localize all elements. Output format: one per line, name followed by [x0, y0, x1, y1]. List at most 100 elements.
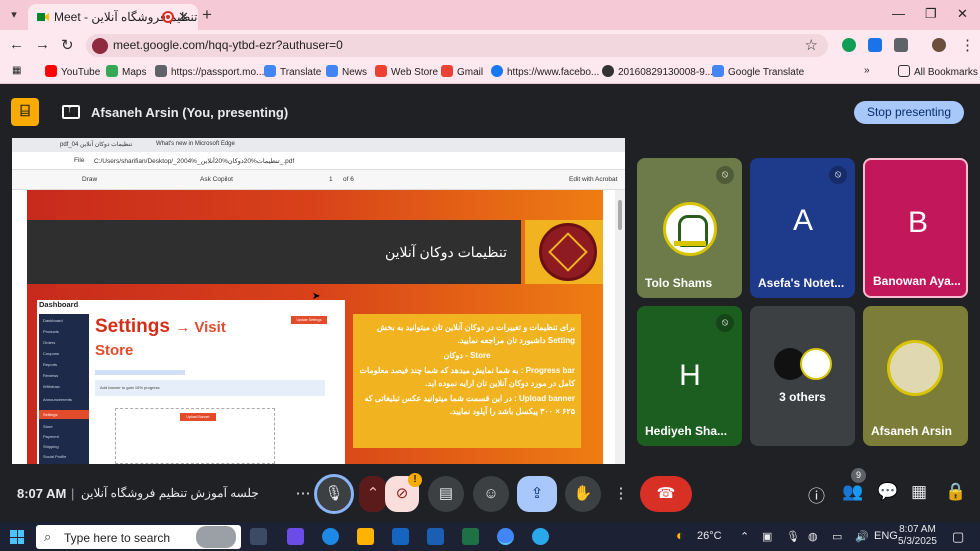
meet-controls-bar: 8:07 AM | جلسه آموزش تنظیم فروشگاه آنلای… [0, 466, 980, 522]
language-indicator[interactable]: ENG [874, 530, 898, 542]
windows-taskbar: ⌕ Type here to search ◐ 26°C ⌃ ▣ 🎙 ◍ ▭ 🔊… [0, 522, 980, 551]
tray-app2-icon[interactable]: ◍ [808, 530, 818, 543]
emoji-reactions-button[interactable]: ☺ [473, 476, 509, 512]
bookmark-google-translate[interactable]: Google Translate [712, 65, 804, 78]
tab-search-chevron-icon[interactable]: ▾ [6, 7, 22, 23]
participant-tile[interactable]: ⦸ Tolo Shams [637, 158, 742, 298]
more-actions-icon[interactable]: ⋮ [606, 476, 636, 512]
meet-stage: ⌸ Afsaneh Arsin (You, presenting) Stop p… [0, 86, 980, 522]
participant-tile[interactable]: Afsaneh Arsin [863, 306, 968, 446]
tray-overflow-icon[interactable]: ⌃ [740, 530, 749, 543]
participant-initial: H [679, 359, 701, 392]
extensions-puzzle-icon[interactable] [894, 38, 908, 52]
microphone-button[interactable]: 🎙 [314, 474, 354, 514]
excel-icon[interactable] [462, 528, 479, 545]
captions-button[interactable]: ▤ [428, 476, 464, 512]
omnibox[interactable]: meet.google.com/hqq-ytbd-ezr?authuser=0 … [86, 34, 828, 57]
word-icon[interactable] [427, 528, 444, 545]
start-button[interactable] [10, 530, 24, 544]
tray-app-icon[interactable]: ▣ [762, 530, 772, 543]
camera-options-chevron-icon[interactable]: ⌃ [359, 476, 387, 512]
browser-menu-icon[interactable]: ⋮ [960, 36, 975, 54]
doc-text-line: Store - دوکان [443, 351, 491, 360]
bookmark-facebook[interactable]: https://www.facebo... [491, 65, 599, 78]
notifications-icon[interactable]: ▢ [952, 529, 964, 545]
pdf-draw: Draw [82, 176, 98, 183]
activities-icon[interactable]: ▦ [911, 482, 927, 502]
mail-icon[interactable] [392, 528, 409, 545]
shared-file-path: C:/Users/sharifian/Desktop/_2004%_تنظیما… [94, 158, 295, 165]
forward-icon[interactable]: → [35, 36, 50, 53]
participant-tile[interactable]: A ⦸ Asefa's Notet... [750, 158, 855, 298]
all-bookmarks[interactable]: All Bookmarks [898, 65, 978, 78]
browser-tab-meet[interactable]: Meet - تنظیم فروشگاه آنلاین ✕ [28, 4, 198, 30]
stop-presenting-button[interactable]: Stop presenting [854, 101, 964, 124]
raise-hand-button[interactable]: ✋ [565, 476, 601, 512]
bookmark-passport[interactable]: https://passport.mo... [155, 65, 264, 78]
side-item: Withdraw [43, 384, 60, 389]
participant-name: Afsaneh Arsin [871, 424, 952, 438]
mic-off-icon: ⦸ [716, 314, 734, 332]
dashboard-sidebar: Dashboard Products Orders Coupons Report… [39, 314, 89, 464]
participant-count-badge: 9 [851, 468, 866, 483]
present-screen-button[interactable]: ⇪ [517, 476, 557, 512]
upload-banner-mock: Upload Banner [180, 413, 216, 421]
battery-icon[interactable]: ▭ [832, 530, 842, 543]
leave-call-button[interactable]: ☎ [640, 476, 692, 512]
new-tab-button[interactable]: + [202, 5, 212, 25]
taskbar-search-box[interactable]: ⌕ Type here to search [36, 525, 241, 549]
tray-mic-icon[interactable]: 🎙 [786, 530, 800, 543]
pdf-ask-copilot: Ask Copilot [200, 176, 233, 183]
file-explorer-icon[interactable] [357, 528, 374, 545]
edge-icon[interactable] [322, 528, 339, 545]
participant-name: Asefa's Notet... [758, 276, 845, 290]
copilot-icon[interactable] [287, 528, 304, 545]
weather-temp[interactable]: 26°C [697, 530, 722, 542]
telegram-icon[interactable] [532, 528, 549, 545]
host-controls-icon[interactable]: 🔒 [945, 482, 966, 502]
side-item: Payment [43, 434, 59, 439]
bookmark-gmail[interactable]: Gmail [441, 65, 483, 78]
tab-close-icon[interactable]: ✕ [178, 9, 189, 25]
bookmark-translate[interactable]: Translate [264, 65, 321, 78]
pdf-page-of: of 6 [343, 176, 354, 183]
bookmark-web-store[interactable]: Web Store [375, 65, 438, 78]
chat-icon[interactable]: 💬 [877, 482, 898, 502]
back-icon[interactable]: ← [9, 36, 24, 53]
restore-icon[interactable]: ❐ [925, 6, 937, 22]
meeting-info-icon[interactable]: ⓘ [808, 482, 825, 507]
task-view-icon[interactable] [250, 528, 267, 545]
site-info-icon[interactable] [92, 38, 108, 54]
participant-photo [887, 340, 943, 396]
doc-title: تنظیمات دوکان آنلاین [384, 244, 507, 260]
apps-grid-icon[interactable]: ▦ [12, 65, 21, 76]
bookmark-file[interactable]: 20160829130008-9... [602, 65, 713, 78]
clock-date: 5/3/2025 [898, 536, 937, 547]
bookmark-maps[interactable]: Maps [106, 65, 146, 78]
participant-tile[interactable]: H ⦸ Hediyeh Sha... [637, 306, 742, 446]
participant-tile-others[interactable]: 3 others [750, 306, 855, 446]
extension-icon[interactable] [868, 38, 882, 52]
settings-heading-text: Settings [95, 316, 170, 337]
participant-tile[interactable]: B Banowan Aya... [863, 158, 968, 298]
volume-icon[interactable]: 🔊 [855, 530, 869, 543]
bookmark-star-icon[interactable]: ☆ [805, 36, 818, 54]
people-icon[interactable]: 👥 [842, 482, 863, 502]
pdf-page: تنظیمات دوکان آنلاین Dashboard Dashboard… [27, 190, 603, 464]
chrome-icon[interactable] [497, 528, 514, 545]
time-separator: | [71, 486, 75, 501]
side-item: Coupons [43, 351, 60, 356]
bookmarks-overflow-icon[interactable]: » [864, 65, 870, 76]
participant-logo-avatar [663, 202, 717, 256]
more-options-icon[interactable]: ⋯ [292, 476, 314, 512]
bookmark-youtube[interactable]: YouTube [45, 65, 100, 78]
reload-icon[interactable]: ↻ [61, 36, 74, 54]
taskbar-clock[interactable]: 8:07 AM 5/3/2025 [898, 524, 937, 548]
side-item: Orders [43, 340, 56, 345]
window-close-icon[interactable]: ✕ [957, 6, 968, 22]
bookmark-news[interactable]: News [326, 65, 367, 78]
side-item: Dashboard [43, 318, 63, 323]
extension-icon[interactable] [842, 38, 856, 52]
profile-avatar[interactable] [932, 38, 946, 52]
minimize-icon[interactable]: — [892, 6, 905, 21]
